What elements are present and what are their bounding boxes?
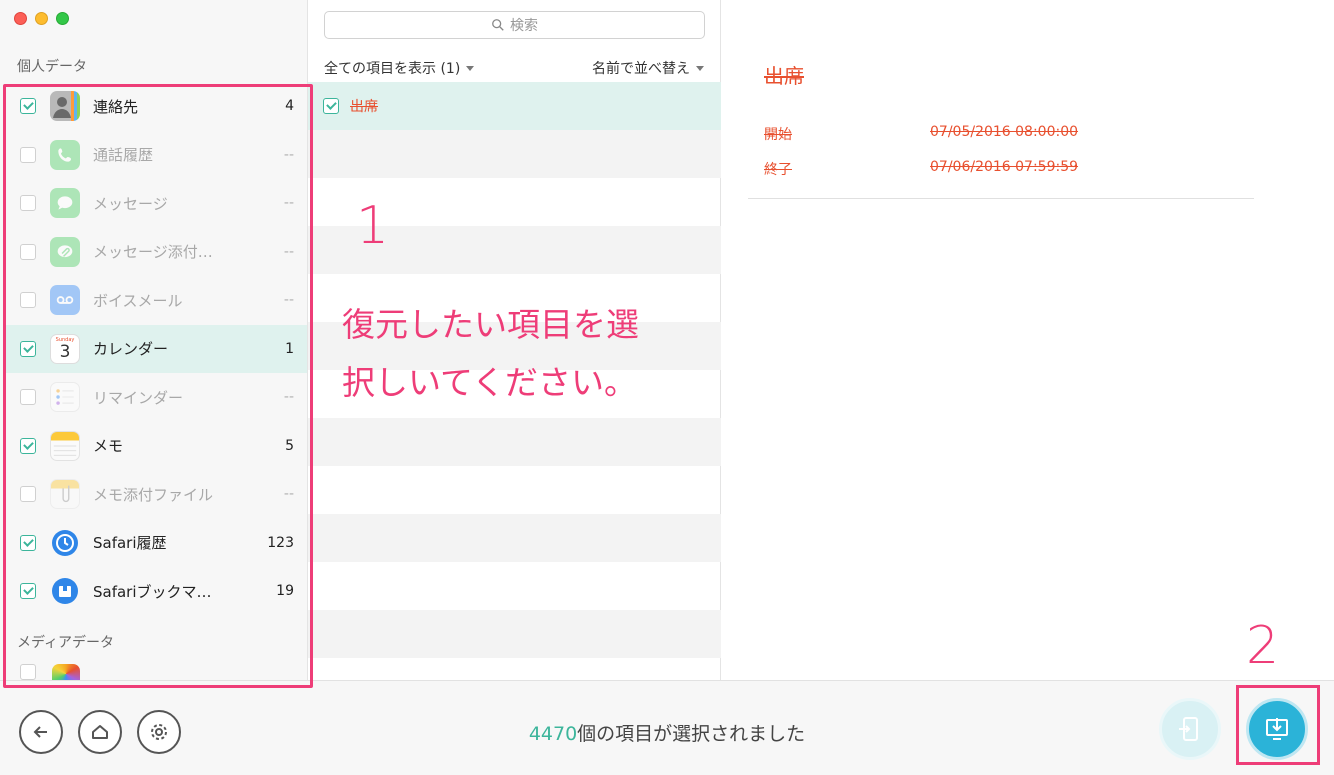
close-window-button[interactable] — [14, 12, 27, 25]
empty-row — [308, 562, 721, 610]
divider — [748, 198, 1254, 199]
sort-label: 名前で並べ替え — [592, 61, 690, 77]
selection-status: 4470個の項目が選択されました — [0, 719, 1334, 746]
empty-row — [308, 466, 721, 514]
start-value: 07/05/2016 08:00:00 — [930, 124, 1079, 140]
phone-device-icon — [1179, 717, 1198, 741]
detail-title: 出席 — [764, 64, 804, 88]
chevron-down-icon — [466, 65, 475, 71]
recover-to-device-button[interactable] — [1159, 698, 1221, 760]
list-item-label: 出席 — [350, 99, 378, 115]
search-placeholder: 検索 — [510, 18, 538, 34]
search-input[interactable]: 検索 — [324, 11, 705, 39]
show-all-label: 全ての項目を表示 (1) — [324, 61, 461, 77]
show-all-dropdown[interactable]: 全ての項目を表示 (1) — [324, 58, 475, 78]
annotation-step-2: 2 — [1246, 616, 1280, 676]
annotation-instruction: 復元したい項目を選択しいてください。 — [342, 305, 639, 402]
selected-count: 4470 — [528, 723, 578, 745]
empty-row — [308, 610, 721, 658]
selected-status-label: 個の項目が選択されました — [577, 723, 806, 745]
checkbox[interactable] — [323, 98, 339, 114]
chevron-down-icon — [696, 65, 704, 71]
end-label: 終了 — [764, 162, 792, 178]
detail-pane: 出席 開始 07/05/2016 08:00:00 終了 07/06/2016 … — [722, 0, 1334, 680]
list-toolbar: 全ての項目を表示 (1) 名前で並べ替え — [308, 52, 721, 82]
section-title-personal: 個人データ — [17, 59, 87, 75]
annotation-highlight-category-list — [3, 84, 313, 688]
empty-row — [308, 514, 721, 562]
sort-dropdown[interactable]: 名前で並べ替え — [592, 58, 704, 78]
empty-row — [308, 130, 721, 178]
list-item[interactable]: 出席 — [308, 82, 721, 130]
search-icon — [492, 19, 504, 31]
start-label: 開始 — [764, 127, 792, 143]
zoom-window-button[interactable] — [56, 12, 69, 25]
footer-bar: 4470個の項目が選択されました — [0, 680, 1334, 775]
annotation-highlight-recover-button — [1236, 685, 1320, 765]
minimize-window-button[interactable] — [35, 12, 48, 25]
annotation-step-1: 1 — [356, 196, 390, 256]
empty-row — [308, 418, 721, 466]
end-value: 07/06/2016 07:59:59 — [930, 159, 1079, 175]
window-controls — [14, 12, 69, 25]
